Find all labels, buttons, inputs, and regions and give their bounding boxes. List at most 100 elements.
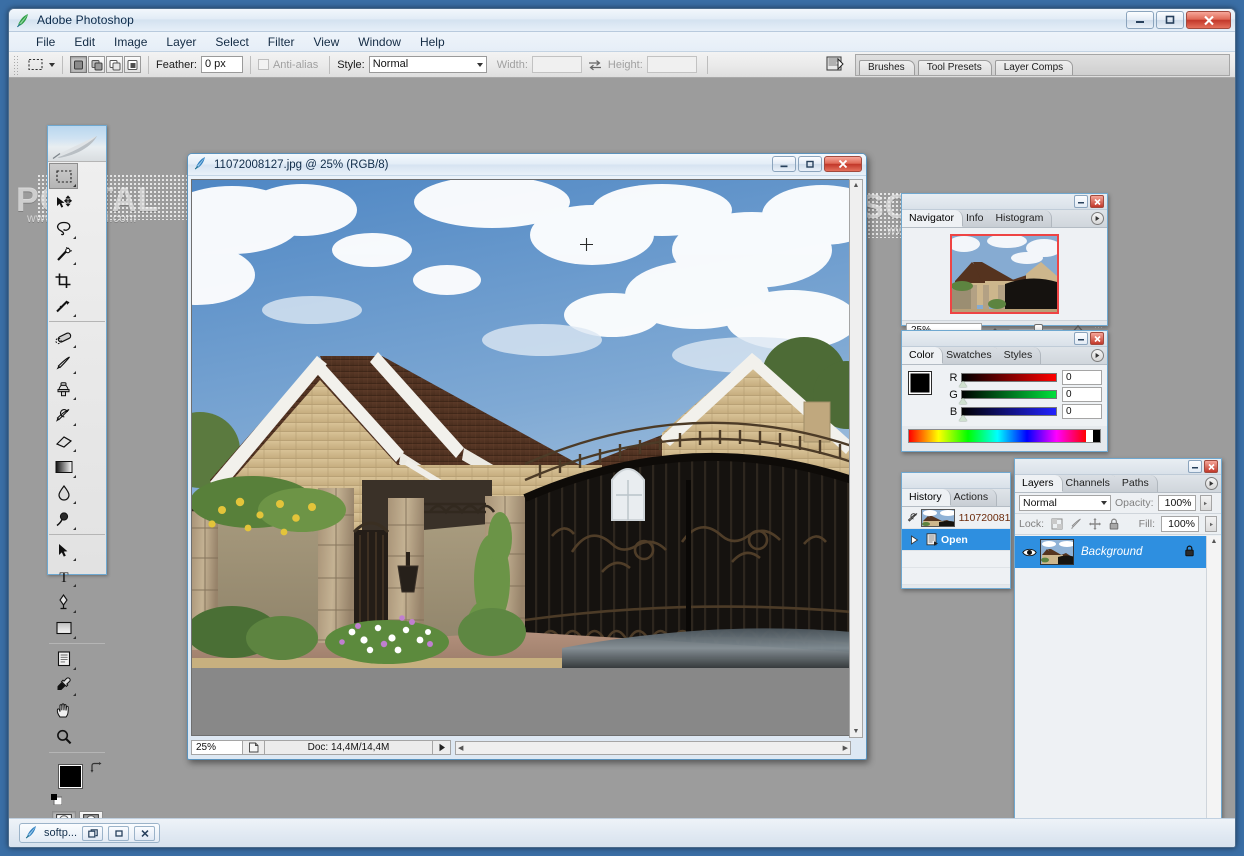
taskbar-close-button[interactable] [134,825,156,841]
feather-input[interactable]: 0 px [200,56,243,73]
history-title-bar[interactable] [902,473,1010,489]
foreground-color-swatch[interactable] [58,764,83,789]
color-close-button[interactable] [1090,332,1104,345]
navigator-minimize-button[interactable] [1074,195,1088,208]
opacity-slider-button[interactable] [1199,495,1212,511]
options-bar-grip[interactable] [13,54,18,75]
opacity-field[interactable]: 100% [1157,495,1196,511]
document-horizontal-scrollbar[interactable]: ◀ ▶ [455,741,851,755]
eyedropper-tool[interactable] [49,672,78,698]
document-maximize-button[interactable] [798,156,822,172]
crop-tool[interactable] [49,267,78,293]
tab-channels[interactable]: Channels [1058,475,1119,492]
default-colors-icon[interactable] [51,794,63,806]
add-to-selection-button[interactable] [88,56,105,73]
tab-color[interactable]: Color [902,347,944,364]
clone-stamp-tool[interactable] [49,376,78,402]
tab-styles[interactable]: Styles [996,347,1042,364]
scroll-up-icon[interactable]: ▲ [851,180,862,191]
navigator-thumbnail[interactable] [948,234,1062,314]
document-title-bar[interactable]: 11072008127.jpg @ 25% (RGB/8) [188,154,866,176]
well-tab-brushes[interactable]: Brushes [859,60,915,75]
tab-history[interactable]: History [902,489,951,506]
magic-wand-tool[interactable] [49,241,78,267]
menu-item-help[interactable]: Help [411,33,454,51]
rectangular-marquee-tool[interactable] [49,163,78,189]
document-zoom-field[interactable]: 25% [191,740,243,755]
history-brush-source-icon[interactable] [905,512,921,524]
color-minimize-button[interactable] [1074,332,1088,345]
tab-navigator[interactable]: Navigator [902,210,963,227]
notes-tool[interactable] [49,646,78,672]
menu-item-layer[interactable]: Layer [157,33,205,51]
tab-layers[interactable]: Layers [1015,475,1063,492]
taskbar-document-button[interactable]: softp... [19,823,161,843]
height-input[interactable] [646,56,697,73]
tab-swatches[interactable]: Swatches [939,347,1001,364]
close-button[interactable] [1186,11,1231,29]
style-select[interactable]: Normal [368,56,487,73]
menu-item-view[interactable]: View [304,33,348,51]
swap-dimensions-icon[interactable] [587,57,603,73]
scroll-up-icon[interactable]: ▲ [1209,536,1220,547]
layers-vertical-scrollbar[interactable]: ▲ ▼ [1206,536,1221,847]
layers-minimize-button[interactable] [1188,460,1202,473]
chevron-down-icon[interactable] [49,62,55,67]
minimize-button[interactable] [1126,11,1154,29]
anti-alias-checkbox[interactable] [257,59,269,70]
go-to-bridge-icon[interactable] [825,55,847,76]
blue-value-field[interactable]: 0 [1062,404,1102,419]
blue-slider[interactable] [959,407,1057,421]
scroll-left-icon[interactable]: ◀ [456,743,465,754]
color-spectrum-ramp[interactable] [908,429,1101,443]
gradient-tool[interactable] [49,454,78,480]
slice-tool[interactable] [49,293,78,319]
hand-tool[interactable] [49,698,78,724]
history-brush-tool[interactable] [49,402,78,428]
scroll-right-icon[interactable]: ▶ [841,743,850,754]
fill-slider-button[interactable] [1205,516,1217,532]
red-slider-knob[interactable] [959,381,967,387]
document-minimize-button[interactable] [772,156,796,172]
play-arrow-icon[interactable] [433,740,451,755]
brush-tool[interactable] [49,350,78,376]
red-slider[interactable] [959,373,1057,387]
new-selection-button[interactable] [70,56,87,73]
blue-slider-knob[interactable] [959,415,967,421]
pen-tool[interactable] [49,589,78,615]
menu-item-window[interactable]: Window [349,33,410,51]
blend-mode-select[interactable]: Normal [1019,495,1111,511]
tab-actions[interactable]: Actions [946,489,998,506]
eraser-tool[interactable] [49,428,78,454]
well-tab-layer-comps[interactable]: Layer Comps [994,60,1074,75]
lock-padlock-icon[interactable] [1107,518,1120,531]
layers-title-bar[interactable] [1015,459,1221,475]
black-swatch[interactable] [1093,430,1100,442]
doc-size-icon[interactable] [243,740,265,755]
history-state-row[interactable]: Open [902,529,1010,551]
navigator-close-button[interactable] [1090,195,1104,208]
tab-info[interactable]: Info [958,210,993,227]
color-foreground-swatch[interactable] [908,371,932,395]
color-title-bar[interactable] [902,331,1107,347]
eye-icon[interactable] [1018,547,1040,558]
layer-row-background[interactable]: Background [1015,536,1221,568]
panel-menu-icon[interactable] [1091,349,1104,362]
lock-brush-icon[interactable] [1069,518,1082,531]
width-input[interactable] [531,56,582,73]
rectangle-shape-tool[interactable] [49,615,78,641]
active-tool-button[interactable] [24,55,46,75]
green-slider-knob[interactable] [959,398,967,404]
panel-menu-icon[interactable] [1205,477,1218,490]
menu-item-image[interactable]: Image [105,33,156,51]
lock-transparency-icon[interactable] [1050,518,1063,531]
well-tab-tool-presets[interactable]: Tool Presets [917,60,992,75]
scroll-down-icon[interactable]: ▼ [851,726,862,737]
tab-paths[interactable]: Paths [1114,475,1158,492]
menu-item-edit[interactable]: Edit [65,33,104,51]
maximize-button[interactable] [1156,11,1184,29]
type-tool[interactable]: T [49,563,78,589]
menu-item-file[interactable]: File [27,33,64,51]
menu-item-filter[interactable]: Filter [259,33,304,51]
fill-field[interactable]: 100% [1161,516,1199,532]
